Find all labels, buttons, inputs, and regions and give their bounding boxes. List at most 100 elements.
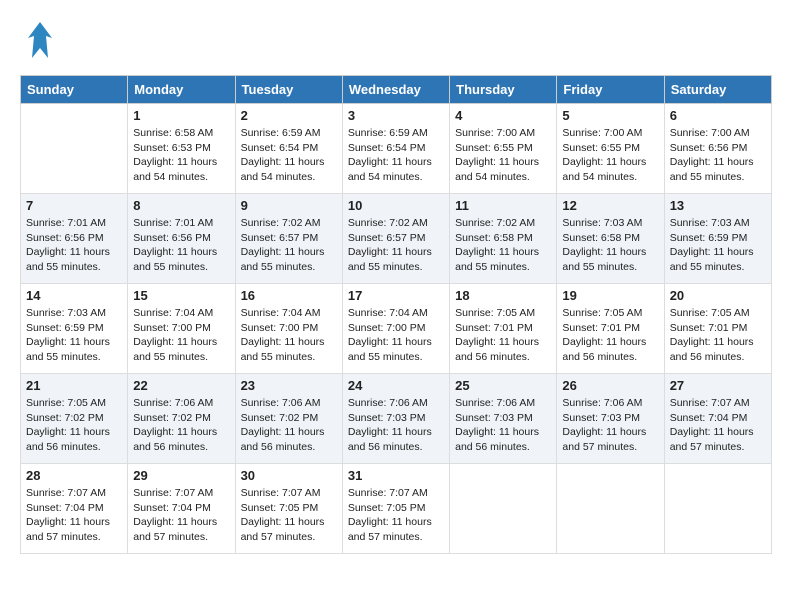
day-number: 4 xyxy=(455,108,551,123)
day-info: Sunrise: 6:58 AM Sunset: 6:53 PM Dayligh… xyxy=(133,126,229,185)
day-info: Sunrise: 7:06 AM Sunset: 7:03 PM Dayligh… xyxy=(348,396,444,455)
calendar-cell: 3Sunrise: 6:59 AM Sunset: 6:54 PM Daylig… xyxy=(342,104,449,194)
calendar-cell xyxy=(450,464,557,554)
day-number: 5 xyxy=(562,108,658,123)
calendar-cell: 23Sunrise: 7:06 AM Sunset: 7:02 PM Dayli… xyxy=(235,374,342,464)
day-number: 6 xyxy=(670,108,766,123)
calendar-cell: 8 Sunrise: 7:01 AM Sunset: 6:56 PM Daylig… xyxy=(128,194,235,284)
calendar-cell: 13Sunrise: 7:03 AM Sunset: 6:59 PM Dayli… xyxy=(664,194,771,284)
day-number: 31 xyxy=(348,468,444,483)
calendar-cell: 28 Sunrise: 7:07 AM Sunset: 7:04 PM Dayli… xyxy=(21,464,128,554)
day-info: Sunrise: 7:01 AM Sunset: 6:56 PM Dayligh… xyxy=(133,216,229,275)
calendar-cell: 25Sunrise: 7:06 AM Sunset: 7:03 PM Dayli… xyxy=(450,374,557,464)
calendar-cell: 17 Sunrise: 7:04 AM Sunset: 7:00 PM Dayli… xyxy=(342,284,449,374)
day-info: Sunrise: 7:07 AM Sunset: 7:04 PM Dayligh… xyxy=(133,486,229,545)
day-info: Sunrise: 7:04 AM Sunset: 7:00 PM Dayligh… xyxy=(348,306,444,365)
day-number: 19 xyxy=(562,288,658,303)
day-number: 16 xyxy=(241,288,337,303)
day-info: Sunrise: 7:07 AM Sunset: 7:04 PM Dayligh… xyxy=(670,396,766,455)
page-header xyxy=(20,20,772,65)
day-number: 21 xyxy=(26,378,122,393)
day-number: 30 xyxy=(241,468,337,483)
day-info: Sunrise: 7:00 AM Sunset: 6:56 PM Dayligh… xyxy=(670,126,766,185)
day-info: Sunrise: 7:06 AM Sunset: 7:02 PM Dayligh… xyxy=(133,396,229,455)
logo xyxy=(20,20,54,65)
day-info: Sunrise: 7:06 AM Sunset: 7:03 PM Dayligh… xyxy=(562,396,658,455)
weekday-header: Saturday xyxy=(664,76,771,104)
calendar-cell: 14 Sunrise: 7:03 AM Sunset: 6:59 PM Dayli… xyxy=(21,284,128,374)
day-number: 22 xyxy=(133,378,229,393)
calendar-cell: 26 Sunrise: 7:06 AM Sunset: 7:03 PM Dayli… xyxy=(557,374,664,464)
calendar-cell: 10 Sunrise: 7:02 AM Sunset: 6:57 PM Dayli… xyxy=(342,194,449,284)
day-info: Sunrise: 7:02 AM Sunset: 6:58 PM Dayligh… xyxy=(455,216,551,275)
calendar-cell: 2 Sunrise: 6:59 AM Sunset: 6:54 PM Daylig… xyxy=(235,104,342,194)
day-info: Sunrise: 7:05 AM Sunset: 7:01 PM Dayligh… xyxy=(562,306,658,365)
calendar-cell: 1 Sunrise: 6:58 AM Sunset: 6:53 PM Daylig… xyxy=(128,104,235,194)
day-number: 11 xyxy=(455,198,551,213)
day-number: 25 xyxy=(455,378,551,393)
calendar-cell: 11 Sunrise: 7:02 AM Sunset: 6:58 PM Dayli… xyxy=(450,194,557,284)
calendar-cell: 15 Sunrise: 7:04 AM Sunset: 7:00 PM Dayli… xyxy=(128,284,235,374)
logo-bird-icon xyxy=(26,20,54,65)
calendar-cell: 6 Sunrise: 7:00 AM Sunset: 6:56 PM Daylig… xyxy=(664,104,771,194)
day-number: 24 xyxy=(348,378,444,393)
day-info: Sunrise: 7:05 AM Sunset: 7:02 PM Dayligh… xyxy=(26,396,122,455)
day-number: 18 xyxy=(455,288,551,303)
calendar-cell: 19 Sunrise: 7:05 AM Sunset: 7:01 PM Dayli… xyxy=(557,284,664,374)
day-number: 14 xyxy=(26,288,122,303)
day-number: 8 xyxy=(133,198,229,213)
day-number: 23 xyxy=(241,378,337,393)
day-info: Sunrise: 6:59 AM Sunset: 6:54 PM Dayligh… xyxy=(348,126,444,185)
calendar-cell: 12Sunrise: 7:03 AM Sunset: 6:58 PM Dayli… xyxy=(557,194,664,284)
day-info: Sunrise: 7:07 AM Sunset: 7:05 PM Dayligh… xyxy=(348,486,444,545)
day-number: 27 xyxy=(670,378,766,393)
day-info: Sunrise: 7:07 AM Sunset: 7:04 PM Dayligh… xyxy=(26,486,122,545)
calendar-table: SundayMondayTuesdayWednesdayThursdayFrid… xyxy=(20,75,772,554)
calendar-cell: 27 Sunrise: 7:07 AM Sunset: 7:04 PM Dayli… xyxy=(664,374,771,464)
weekday-header: Thursday xyxy=(450,76,557,104)
day-number: 20 xyxy=(670,288,766,303)
day-info: Sunrise: 7:00 AM Sunset: 6:55 PM Dayligh… xyxy=(562,126,658,185)
calendar-cell: 21 Sunrise: 7:05 AM Sunset: 7:02 PM Dayli… xyxy=(21,374,128,464)
day-number: 28 xyxy=(26,468,122,483)
day-number: 12 xyxy=(562,198,658,213)
calendar-cell: 31 Sunrise: 7:07 AM Sunset: 7:05 PM Dayli… xyxy=(342,464,449,554)
day-info: Sunrise: 7:05 AM Sunset: 7:01 PM Dayligh… xyxy=(455,306,551,365)
calendar-cell: 9Sunrise: 7:02 AM Sunset: 6:57 PM Daylig… xyxy=(235,194,342,284)
day-number: 7 xyxy=(26,198,122,213)
weekday-header: Sunday xyxy=(21,76,128,104)
calendar-cell: 20 Sunrise: 7:05 AM Sunset: 7:01 PM Dayli… xyxy=(664,284,771,374)
weekday-header: Wednesday xyxy=(342,76,449,104)
day-number: 26 xyxy=(562,378,658,393)
calendar-cell: 16 Sunrise: 7:04 AM Sunset: 7:00 PM Dayli… xyxy=(235,284,342,374)
day-info: Sunrise: 7:04 AM Sunset: 7:00 PM Dayligh… xyxy=(241,306,337,365)
calendar-cell: 22 Sunrise: 7:06 AM Sunset: 7:02 PM Dayli… xyxy=(128,374,235,464)
day-number: 15 xyxy=(133,288,229,303)
calendar-cell: 29 Sunrise: 7:07 AM Sunset: 7:04 PM Dayli… xyxy=(128,464,235,554)
day-number: 9 xyxy=(241,198,337,213)
calendar-cell: 24 Sunrise: 7:06 AM Sunset: 7:03 PM Dayli… xyxy=(342,374,449,464)
day-number: 1 xyxy=(133,108,229,123)
day-info: Sunrise: 7:05 AM Sunset: 7:01 PM Dayligh… xyxy=(670,306,766,365)
day-info: Sunrise: 7:02 AM Sunset: 6:57 PM Dayligh… xyxy=(348,216,444,275)
weekday-header: Tuesday xyxy=(235,76,342,104)
day-info: Sunrise: 6:59 AM Sunset: 6:54 PM Dayligh… xyxy=(241,126,337,185)
calendar-cell xyxy=(21,104,128,194)
day-info: Sunrise: 7:00 AM Sunset: 6:55 PM Dayligh… xyxy=(455,126,551,185)
calendar-cell xyxy=(557,464,664,554)
day-info: Sunrise: 7:04 AM Sunset: 7:00 PM Dayligh… xyxy=(133,306,229,365)
calendar-cell: 7Sunrise: 7:01 AM Sunset: 6:56 PM Daylig… xyxy=(21,194,128,284)
day-number: 13 xyxy=(670,198,766,213)
calendar-cell: 30 Sunrise: 7:07 AM Sunset: 7:05 PM Dayli… xyxy=(235,464,342,554)
day-number: 10 xyxy=(348,198,444,213)
calendar-cell xyxy=(664,464,771,554)
day-info: Sunrise: 7:03 AM Sunset: 6:59 PM Dayligh… xyxy=(26,306,122,365)
weekday-header: Monday xyxy=(128,76,235,104)
day-number: 2 xyxy=(241,108,337,123)
weekday-header: Friday xyxy=(557,76,664,104)
day-number: 17 xyxy=(348,288,444,303)
calendar-cell: 18 Sunrise: 7:05 AM Sunset: 7:01 PM Dayli… xyxy=(450,284,557,374)
day-number: 29 xyxy=(133,468,229,483)
day-info: Sunrise: 7:07 AM Sunset: 7:05 PM Dayligh… xyxy=(241,486,337,545)
calendar-cell: 5 Sunrise: 7:00 AM Sunset: 6:55 PM Daylig… xyxy=(557,104,664,194)
